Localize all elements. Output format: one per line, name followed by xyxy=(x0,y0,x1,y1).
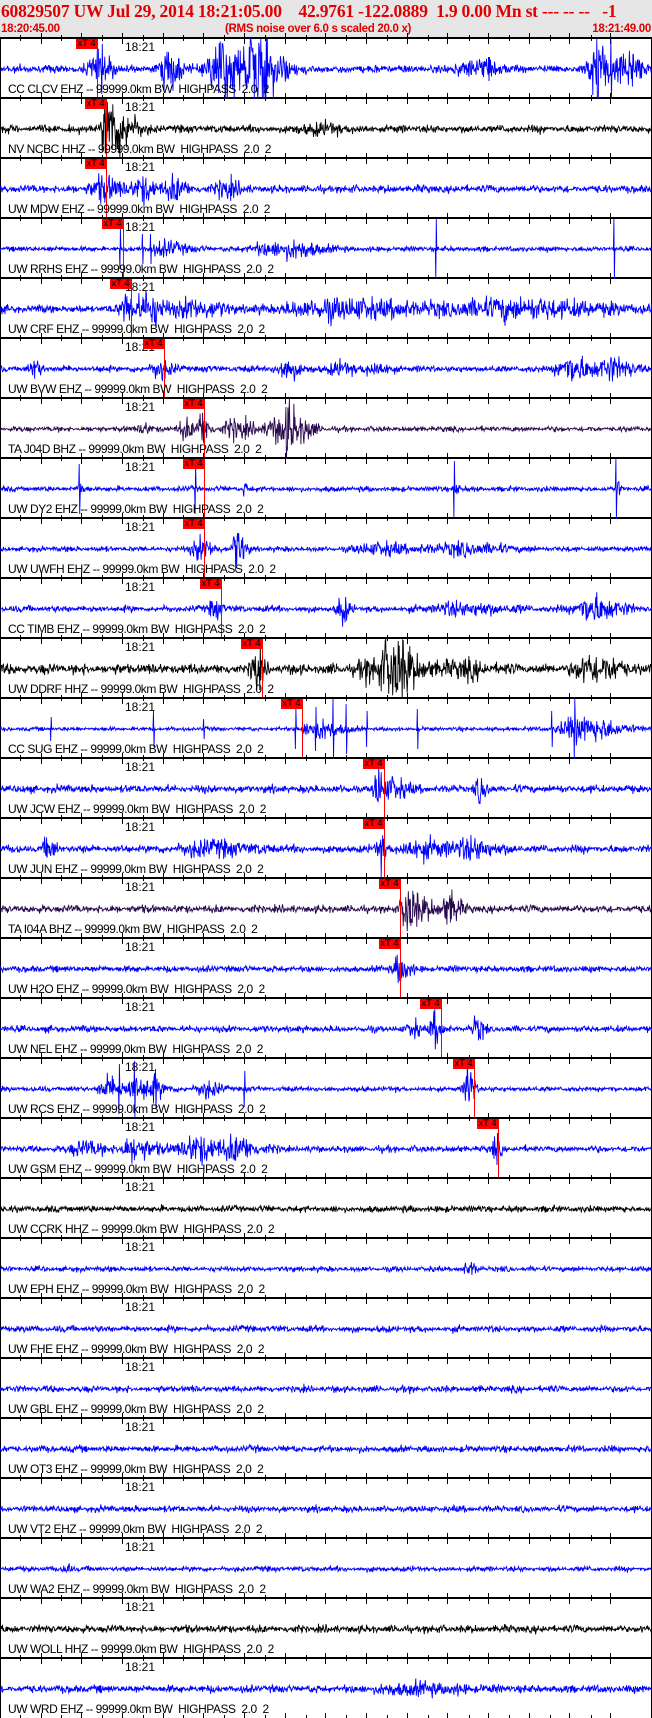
time-tick-label: 18:21 xyxy=(125,520,156,534)
time-tick-label: 18:21 xyxy=(125,220,156,234)
time-tick-label: 18:21 xyxy=(125,1300,156,1314)
time-tick-label: 18:21 xyxy=(125,1360,156,1374)
station-label: UW UWFH EHZ -- 99999.0km BW HIGHPASS 2.0… xyxy=(8,562,276,576)
pick-marker: xT 4 xyxy=(280,698,303,709)
station-label: UW BVW EHZ -- 99999.0km BW HIGHPASS 2.0 … xyxy=(8,382,268,396)
station-label: UW VT2 EHZ -- 99999.0km BW HIGHPASS 2.0 … xyxy=(8,1522,263,1536)
time-tick-label: 18:21 xyxy=(125,1480,156,1494)
station-label: UW GBL EHZ -- 99999.0km BW HIGHPASS 2.0 … xyxy=(8,1402,264,1416)
time-tick-label: 18:21 xyxy=(125,640,156,654)
time-tick-label: 18:21 xyxy=(125,160,156,174)
pick-marker: xT 4 xyxy=(419,998,442,1009)
station-label: UW DDRF HHZ -- 99999.0km BW HIGHPASS 2.0… xyxy=(8,682,274,696)
pick-marker: xT 4 xyxy=(199,578,222,589)
station-label: UW WA2 EHZ -- 99999.0km BW HIGHPASS 2.0 … xyxy=(8,1582,266,1596)
time-tick-label: 18:21 xyxy=(125,1600,156,1614)
pick-marker: xT 4 xyxy=(101,218,124,229)
pick-marker: xT 4 xyxy=(378,938,401,949)
time-tick-label: 18:21 xyxy=(125,1120,156,1134)
station-label: UW FHE EHZ -- 99999.0km BW HIGHPASS 2.0 … xyxy=(8,1342,265,1356)
waveform-trace xyxy=(0,1503,652,1514)
station-label: UW WRD EHZ -- 99999.0km BW HIGHPASS 2.0 … xyxy=(8,1702,269,1716)
station-label: CC CLCV EHZ -- 99999.0km BW HIGHPASS 2.0… xyxy=(8,82,269,96)
station-label: UW CCRK HHZ -- 99999.0km BW HIGHPASS 2.0… xyxy=(8,1222,275,1236)
station-label: UW JCW EHZ -- 99999.0km BW HIGHPASS 2.0 … xyxy=(8,802,267,816)
time-tick-label: 18:21 xyxy=(125,580,156,594)
station-label: UW NEL EHZ -- 99999.0km BW HIGHPASS 2.0 … xyxy=(8,1042,263,1056)
time-tick-label: 18:21 xyxy=(125,940,156,954)
time-tick-label: 18:21 xyxy=(125,1060,156,1074)
traces-plot xyxy=(0,33,652,1718)
pick-marker: xT 4 xyxy=(240,638,263,649)
pick-marker: xT 4 xyxy=(182,458,205,469)
waveform-trace xyxy=(0,355,652,382)
time-tick-label: 18:21 xyxy=(125,700,156,714)
time-tick-label: 18:21 xyxy=(125,400,156,414)
station-label: UW RRHS EHZ -- 99999.0km BW HIGHPASS 2.0… xyxy=(8,262,274,276)
station-label: UW EPH EHZ -- 99999.0km BW HIGHPASS 2.0 … xyxy=(8,1282,265,1296)
pick-marker: xT 4 xyxy=(84,98,107,109)
station-label: UW GSM EHZ -- 99999.0km BW HIGHPASS 2.0 … xyxy=(8,1162,268,1176)
waveform-trace xyxy=(0,1678,652,1699)
station-label: UW CRF EHZ -- 99999.0km BW HIGHPASS 2.0 … xyxy=(8,322,265,336)
time-tick-label: 18:21 xyxy=(125,100,156,114)
station-label: TA I04A BHZ -- 99999.0km BW HIGHPASS 2.0… xyxy=(8,922,258,936)
pick-marker: xT 4 xyxy=(75,38,98,49)
time-tick-label: 18:21 xyxy=(125,1420,156,1434)
waveform-trace xyxy=(0,954,652,983)
waveform-trace xyxy=(0,1443,652,1455)
station-label: CC SUG EHZ -- 99999.0km BW HIGHPASS 2.0 … xyxy=(8,742,264,756)
time-tick-label: 18:21 xyxy=(125,460,156,474)
pick-marker: xT 4 xyxy=(182,398,205,409)
waveform-trace xyxy=(0,1323,652,1334)
time-tick-label: 18:21 xyxy=(125,40,156,54)
time-tick-label: 18:21 xyxy=(125,1660,156,1674)
pick-marker: xT 4 xyxy=(452,1058,475,1069)
time-tick-label: 18:21 xyxy=(125,1180,156,1194)
waveform-trace xyxy=(0,1562,652,1574)
time-tick-label: 18:21 xyxy=(125,1240,156,1254)
pick-marker: xT 4 xyxy=(362,818,385,829)
station-label: CC TIMB EHZ -- 99999.0km BW HIGHPASS 2.0… xyxy=(8,622,266,636)
time-tick-label: 18:21 xyxy=(125,880,156,894)
station-label: NV NCBC HHZ -- 99999.0km BW HIGHPASS 2.0… xyxy=(8,142,271,156)
waveform-trace xyxy=(0,1132,652,1166)
pick-marker: xT 4 xyxy=(476,1118,499,1129)
pick-marker: xT 4 xyxy=(182,518,205,529)
waveform-trace xyxy=(0,765,652,805)
time-tick-label: 18:21 xyxy=(125,760,156,774)
station-label: UW WOLL HHZ -- 99999.0km BW HIGHPASS 2.0… xyxy=(8,1642,274,1656)
pick-marker: xT 4 xyxy=(84,158,107,169)
station-label: UW DY2 EHZ -- 99999.0km BW HIGHPASS 2.0 … xyxy=(8,502,264,516)
pick-marker: xT 4 xyxy=(378,878,401,889)
seismogram-page: 60829507 UW Jul 29, 2014 18:21:05.00 42.… xyxy=(0,0,652,1718)
time-tick-label: 18:21 xyxy=(125,820,156,834)
station-label: UW MDW EHZ -- 99999.0km BW HIGHPASS 2.0 … xyxy=(8,202,271,216)
pick-marker: xT 4 xyxy=(142,338,165,349)
waveform-trace xyxy=(0,1383,652,1395)
pick-marker: xT 4 xyxy=(362,758,385,769)
waveform-trace xyxy=(0,1261,652,1276)
waveform-trace xyxy=(0,1203,652,1214)
station-label: UW OT3 EHZ -- 99999.0km BW HIGHPASS 2.0 … xyxy=(8,1462,264,1476)
pick-marker: xT 4 xyxy=(109,278,132,289)
waveform-trace xyxy=(0,1623,652,1635)
station-label: TA J04D BHZ -- 99999.0km BW HIGHPASS 2.0… xyxy=(8,442,262,456)
station-label: UW JUN EHZ -- 99999.0km BW HIGHPASS 2.0 … xyxy=(8,862,264,876)
station-label: UW H2O EHZ -- 99999.0km BW HIGHPASS 2.0 … xyxy=(8,982,265,996)
time-tick-label: 18:21 xyxy=(125,1000,156,1014)
time-tick-label: 18:21 xyxy=(125,1540,156,1554)
station-label: UW RCS EHZ -- 99999.0km BW HIGHPASS 2.0 … xyxy=(8,1102,266,1116)
